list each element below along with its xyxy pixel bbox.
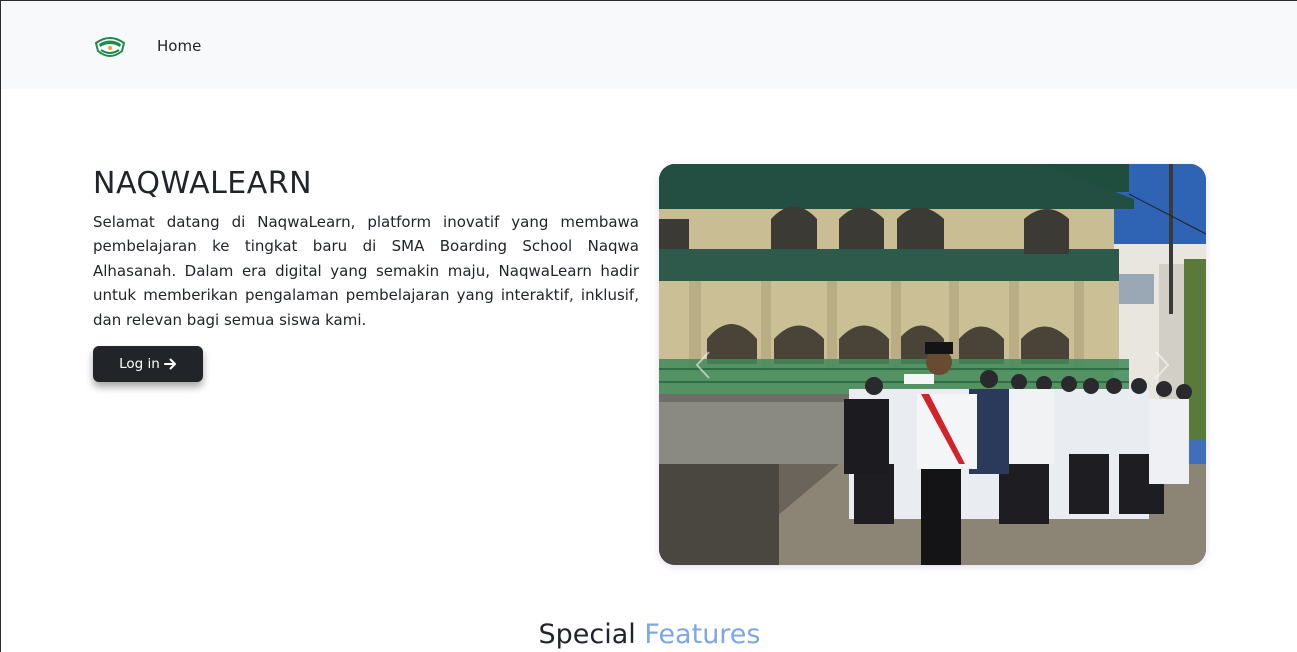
login-button[interactable]: Log in [93, 346, 203, 382]
nav-home-link[interactable]: Home [157, 37, 201, 55]
chevron-right-icon[interactable] [1150, 349, 1174, 381]
navbar: Home [1, 1, 1297, 89]
features-heading-main: Special [538, 619, 636, 650]
login-button-label: Log in [119, 356, 160, 372]
arrow-right-icon [163, 358, 176, 370]
features-heading: Special Features [1, 619, 1297, 650]
chevron-left-icon[interactable] [691, 349, 715, 381]
image-carousel[interactable] [659, 164, 1206, 565]
features-heading-accent: Features [644, 619, 761, 650]
carousel-image [659, 164, 1206, 565]
hero-title: NAQWALEARN [93, 166, 313, 201]
page: Home NAQWALEARN Selamat datang di NaqwaL… [0, 0, 1297, 652]
school-logo-icon[interactable] [94, 34, 126, 60]
hero-description: Selamat datang di NaqwaLearn, platform i… [93, 213, 639, 329]
